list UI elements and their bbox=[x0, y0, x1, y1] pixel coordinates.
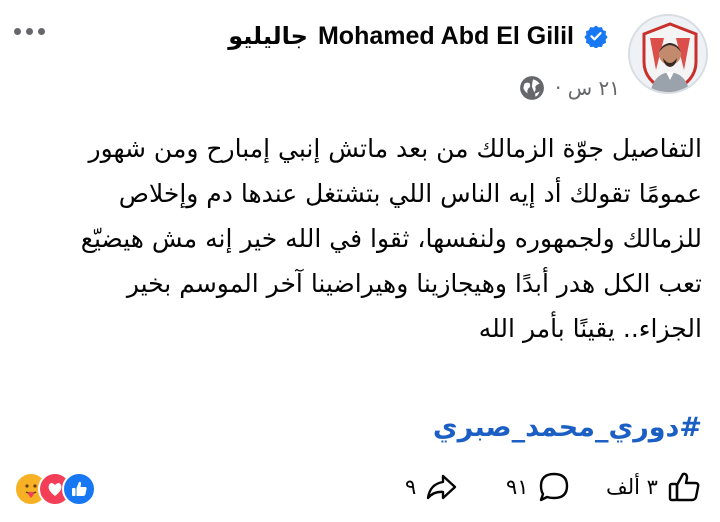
post-footer: ٩ ٩١ ٣ ألف bbox=[0, 462, 720, 512]
like-reaction-icon bbox=[62, 472, 96, 506]
like-count: ٣ ألف bbox=[606, 475, 658, 499]
post-text-line: التفاصيل جوّة الزمالك من بعد ماتش إنبي إ… bbox=[88, 134, 702, 163]
post-text-line: للزمالك ولجمهوره ولنفسها، ثقوا في الله خ… bbox=[80, 224, 702, 253]
like-button[interactable]: ٣ ألف bbox=[606, 462, 702, 512]
globe-icon[interactable] bbox=[519, 75, 545, 101]
comment-button[interactable]: ٩١ bbox=[506, 462, 571, 512]
post-text-line: عمومًا تقولك أد إيه الناس اللي بتشتغل عن… bbox=[118, 179, 702, 208]
avatar-image bbox=[630, 16, 706, 92]
share-button[interactable]: ٩ bbox=[405, 462, 458, 512]
comment-icon bbox=[539, 472, 568, 502]
verified-badge-icon bbox=[584, 25, 608, 48]
author-avatar[interactable] bbox=[628, 14, 708, 94]
post-text: التفاصيل جوّة الزمالك من بعد ماتش إنبي إ… bbox=[12, 126, 702, 351]
hashtag-link[interactable]: #دوري_محمد_صبري bbox=[433, 412, 702, 443]
reactions-summary[interactable] bbox=[14, 472, 104, 506]
post-text-line: تعب الكل هدر أبدًا وهيجازينا وهيراضينا آ… bbox=[126, 269, 702, 298]
post-timestamp[interactable]: ٢١ س · bbox=[555, 76, 620, 100]
share-icon bbox=[427, 474, 457, 500]
share-count: ٩ bbox=[405, 475, 417, 499]
thumbs-up-icon bbox=[668, 472, 700, 502]
post-header: جاليليو Mohamed Abd El Gilil bbox=[228, 14, 608, 58]
author-name[interactable]: Mohamed Abd El Gilil bbox=[318, 22, 574, 51]
group-name[interactable]: جاليليو bbox=[228, 22, 308, 50]
more-options-button[interactable] bbox=[14, 18, 54, 44]
post-text-line: الجزاء.. يقينًا بأمر الله bbox=[478, 314, 702, 343]
more-options-icon bbox=[14, 27, 21, 35]
comment-count: ٩١ bbox=[506, 475, 529, 499]
post-meta: ٢١ س · bbox=[519, 70, 620, 106]
